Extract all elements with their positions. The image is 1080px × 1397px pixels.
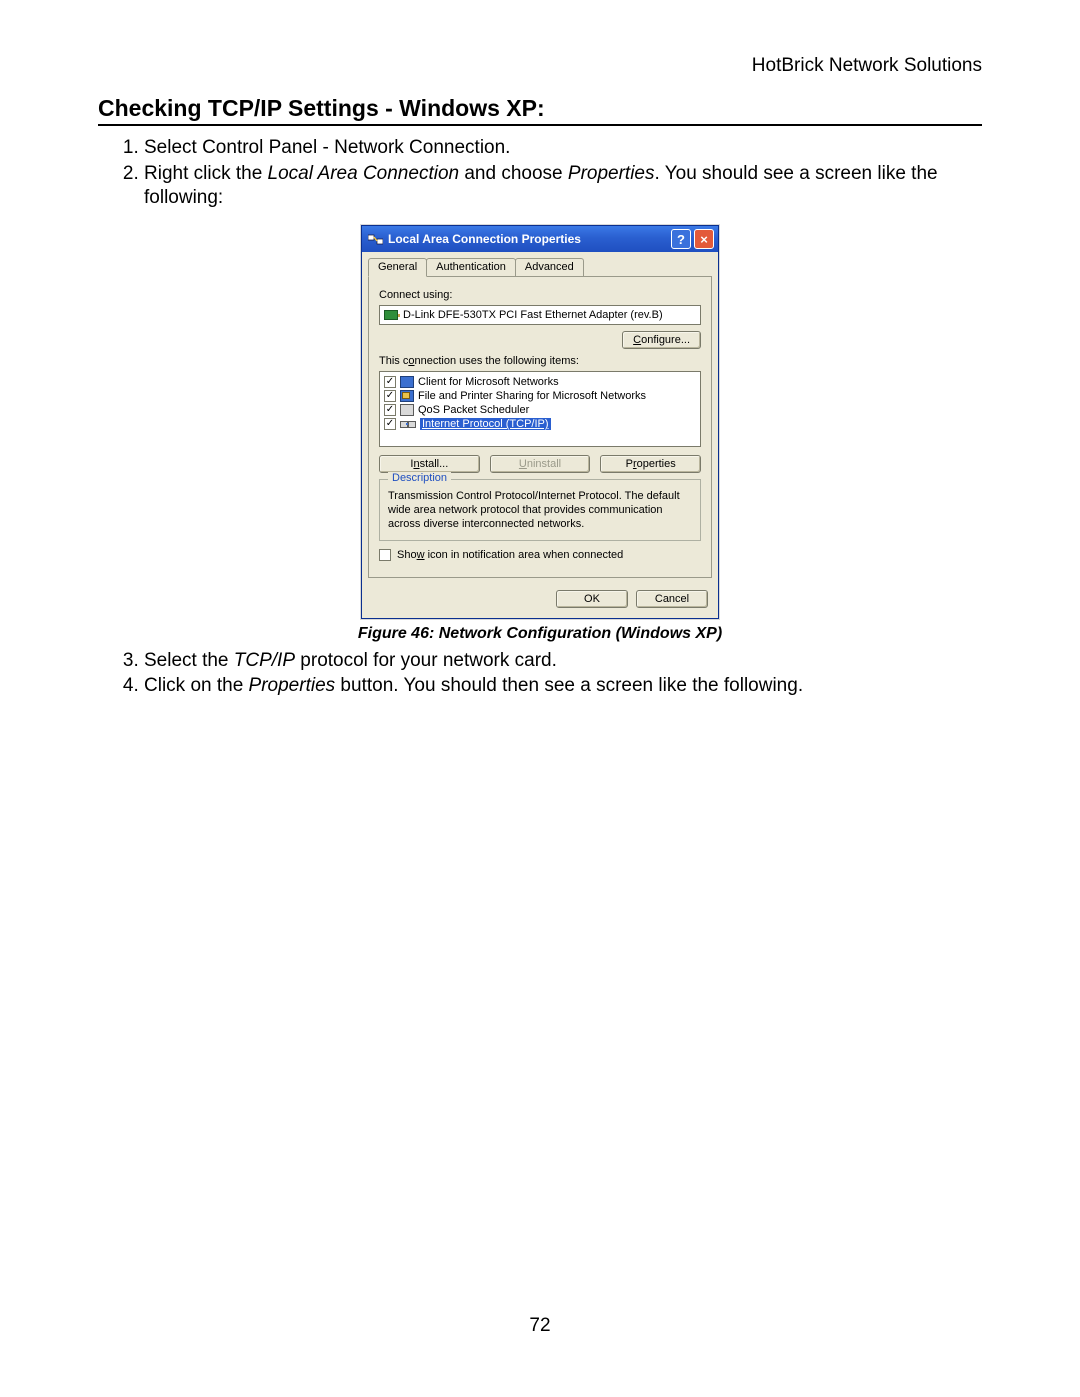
list-item[interactable]: ✓ Client for Microsoft Networks [382, 375, 698, 389]
description-text: Transmission Control Protocol/Internet P… [388, 490, 692, 531]
show-icon-row[interactable]: Show icon in notification area when conn… [379, 549, 701, 561]
tcpip-icon [400, 418, 416, 430]
instructions-list-b: Select the TCP/IP protocol for your netw… [98, 649, 982, 699]
list-item-label: QoS Packet Scheduler [418, 404, 529, 416]
client-service-icon [400, 376, 414, 388]
section-divider [98, 124, 982, 126]
section-title: Checking TCP/IP Settings - Windows XP: [98, 95, 982, 122]
description-groupbox: Description Transmission Control Protoco… [379, 479, 701, 540]
step-1: Select Control Panel - Network Connectio… [144, 136, 982, 160]
uninstall-button: Uninstall [490, 455, 591, 473]
close-button[interactable]: × [694, 229, 714, 249]
list-item-selected[interactable]: ✓ Internet Protocol (TCP/IP) [382, 417, 698, 431]
figure-caption: Figure 46: Network Configuration (Window… [98, 625, 982, 643]
connect-using-label: Connect using: [379, 289, 701, 301]
description-legend: Description [388, 472, 451, 484]
show-icon-checkbox[interactable] [379, 549, 391, 561]
ok-button[interactable]: OK [556, 590, 628, 608]
titlebar[interactable]: Local Area Connection Properties ? × [362, 226, 718, 252]
page-number: 72 [0, 1315, 1080, 1337]
configure-button[interactable]: Configure... [622, 331, 701, 349]
connection-icon [368, 232, 383, 247]
qos-icon [400, 404, 414, 416]
list-item[interactable]: ✓ QoS Packet Scheduler [382, 403, 698, 417]
list-item[interactable]: ✓ File and Printer Sharing for Microsoft… [382, 389, 698, 403]
list-item-label: File and Printer Sharing for Microsoft N… [418, 390, 646, 402]
checkbox-icon[interactable]: ✓ [384, 376, 396, 388]
titlebar-text: Local Area Connection Properties [388, 232, 671, 246]
checkbox-icon[interactable]: ✓ [384, 390, 396, 402]
step-4: Click on the Properties button. You shou… [144, 674, 982, 698]
dialog-footer: OK Cancel [362, 584, 718, 618]
file-sharing-icon [400, 390, 414, 402]
checkbox-icon[interactable]: ✓ [384, 418, 396, 430]
items-label: This connection uses the following items… [379, 355, 701, 367]
header-company: HotBrick Network Solutions [98, 55, 982, 77]
connection-items-list[interactable]: ✓ Client for Microsoft Networks ✓ File a… [379, 371, 701, 447]
help-button[interactable]: ? [671, 229, 691, 249]
show-icon-label: Show icon in notification area when conn… [397, 549, 623, 561]
properties-button[interactable]: Properties [600, 455, 701, 473]
tab-general[interactable]: General [368, 258, 427, 277]
step-3: Select the TCP/IP protocol for your netw… [144, 649, 982, 673]
list-item-label: Client for Microsoft Networks [418, 376, 559, 388]
tab-panel-general: Connect using: D-Link DFE-530TX PCI Fast… [368, 276, 712, 577]
list-item-label: Internet Protocol (TCP/IP) [420, 418, 551, 430]
adapter-name: D-Link DFE-530TX PCI Fast Ethernet Adapt… [403, 309, 663, 321]
step-2: Right click the Local Area Connection an… [144, 162, 982, 210]
tab-strip: General Authentication Advanced [362, 252, 718, 276]
cancel-button[interactable]: Cancel [636, 590, 708, 608]
checkbox-icon[interactable]: ✓ [384, 404, 396, 416]
instructions-list-a: Select Control Panel - Network Connectio… [98, 136, 982, 209]
xp-properties-dialog: Local Area Connection Properties ? × Gen… [361, 225, 719, 618]
tab-authentication[interactable]: Authentication [426, 258, 516, 276]
install-button[interactable]: Install... [379, 455, 480, 473]
tab-advanced[interactable]: Advanced [515, 258, 584, 276]
nic-icon [384, 310, 398, 320]
figure-container: Local Area Connection Properties ? × Gen… [98, 225, 982, 618]
adapter-field[interactable]: D-Link DFE-530TX PCI Fast Ethernet Adapt… [379, 305, 701, 325]
